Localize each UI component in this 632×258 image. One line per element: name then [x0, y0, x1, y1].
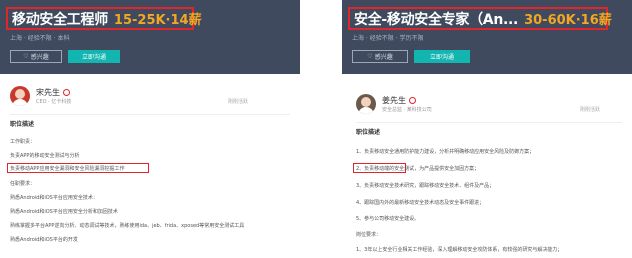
avatar — [356, 94, 376, 114]
job-subinfo: 上海 · 经验不限 · 学历不限 — [352, 35, 424, 42]
desc-line: 2、负责移动端的安全测试，为产品提供安全加固方案； — [356, 166, 480, 172]
recruiter-name: 宋先生 — [36, 87, 70, 98]
desc-line: 5、参与公司移动安全建设。 — [356, 216, 420, 222]
interested-button[interactable]: ♡ 感兴趣 — [10, 50, 62, 63]
desc-line: 1、负责移动安全通用防护能力建设，分析并明确移动应用安全风险及防御方案； — [356, 149, 535, 155]
title-highlight-box: 移动安全工程师 15-25K·14薪 — [6, 7, 202, 30]
desc-line: 熟悉Android和iOS平台应用安全技术： — [10, 195, 98, 201]
interested-label: 感兴趣 — [30, 54, 49, 61]
desc-line: 岗位要求： — [356, 232, 382, 238]
active-status: 刚刚活跃 — [580, 107, 601, 113]
desc-line: 熟悉Android和iOS平台应用安全分析和加固技术 — [10, 209, 118, 215]
job-card-right: 安全-移动安全专家（An... 30-60K·16薪 上海 · 经验不限 · 学… — [342, 0, 632, 258]
job-title: 安全-移动安全专家（An... — [354, 11, 519, 28]
job-header: 安全-移动安全专家（An... 30-60K·16薪 上海 · 经验不限 · 学… — [342, 0, 632, 74]
recruiter-name: 姜先生 — [382, 95, 416, 106]
desc-line: 4、跟踪国内外的最新移动安全技术动态及安全事件跟进； — [356, 200, 485, 206]
divider — [356, 122, 622, 123]
chat-button[interactable]: 立即沟通 — [414, 50, 470, 63]
job-card-left: 移动安全工程师 15-25K·14薪 上海 · 经验不限 · 本科 ♡ 感兴趣 … — [0, 0, 300, 258]
active-status: 刚刚活跃 — [228, 99, 249, 105]
desc-line: 负责移动APP应用安全漏洞和安全风险漏洞挖掘工作 — [10, 166, 125, 172]
section-heading: 职位描述 — [356, 129, 381, 136]
divider — [10, 114, 290, 115]
interested-button[interactable]: ♡ 感兴趣 — [352, 50, 408, 63]
desc-line: 1、3年以上安全行业相关工作经验，深入理解移动安全攻防体系，有较强的研究与解决能… — [356, 247, 563, 253]
verified-badge-icon — [409, 97, 416, 104]
section-heading: 职位描述 — [10, 121, 35, 128]
heart-icon: ♡ — [23, 53, 29, 60]
desc-line: 熟悉Android和iOS平台的开发 — [10, 237, 78, 243]
chat-button[interactable]: 立即沟通 — [68, 50, 120, 63]
avatar — [10, 86, 30, 106]
job-subinfo: 上海 · 经验不限 · 本科 — [10, 35, 70, 42]
desc-line: 熟练掌握多平台APP逆向分析、动态调试等技术，熟练使用ida、jeb、frida… — [10, 223, 245, 229]
desc-line: 任职要求： — [10, 181, 36, 187]
job-title: 移动安全工程师 — [12, 11, 108, 28]
verified-badge-icon — [63, 89, 70, 96]
recruiter-role: CEO · 亿卡科技 — [36, 99, 72, 105]
title-highlight-box: 安全-移动安全专家（An... 30-60K·16薪 — [348, 7, 612, 30]
job-salary: 30-60K·16薪 — [524, 13, 612, 28]
desc-line: 工作职责： — [10, 139, 36, 145]
heart-icon: ♡ — [367, 53, 373, 60]
recruiter-role: 安全总监 · 某科技公司 — [382, 107, 432, 113]
job-header: 移动安全工程师 15-25K·14薪 上海 · 经验不限 · 本科 ♡ 感兴趣 … — [0, 0, 300, 74]
desc-line: 3、负责移动安全技术研究，跟踪移动安全技术、组件及产品； — [356, 183, 495, 189]
interested-label: 感兴趣 — [374, 54, 393, 61]
job-salary: 15-25K·14薪 — [113, 13, 202, 28]
desc-line: 负责APP的移动安全测试与分析 — [10, 153, 80, 159]
